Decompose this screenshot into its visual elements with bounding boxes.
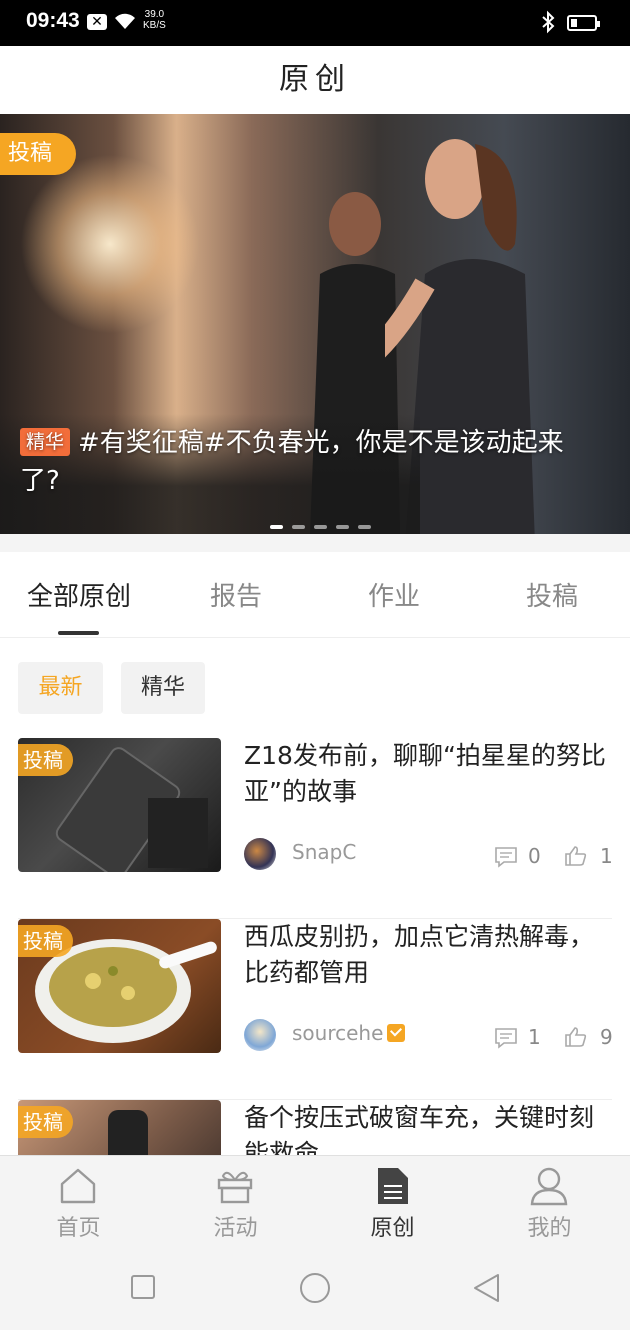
section-divider <box>0 534 630 552</box>
tab-all-original[interactable]: 全部原创 <box>27 576 131 613</box>
category-tabs: 全部原创 报告 作业 投稿 <box>0 552 630 638</box>
author-name-text: sourcehe <box>292 1021 384 1045</box>
like-icon[interactable] <box>564 844 588 868</box>
comment-count: 0 <box>528 844 541 868</box>
tab-assignment[interactable]: 作业 <box>368 576 420 613</box>
bottom-nav: 首页 活动 原创 我的 <box>0 1155 630 1246</box>
featured-badge: 精华 <box>20 428 71 456</box>
speed-value: 39.0 <box>144 9 165 20</box>
banner-carousel[interactable]: 投稿 精华 #有奖征稿#不负春光，你是不是该动起来了? <box>0 114 630 534</box>
tab-indicator <box>58 631 99 635</box>
article-tag: 投稿 <box>18 1106 73 1138</box>
user-icon <box>530 1167 568 1206</box>
nav-activity-label: 活动 <box>213 1216 258 1241</box>
banner-title: #有奖征稿#不负春光，你是不是该动起来了? <box>20 428 564 496</box>
nav-mine-label: 我的 <box>527 1216 572 1241</box>
carousel-dot[interactable] <box>358 525 371 529</box>
article-meta: sourcehe 1 9 <box>244 1019 614 1055</box>
carousel-indicator <box>270 514 380 533</box>
bluetooth-icon <box>542 10 555 34</box>
nav-original-label: 原创 <box>370 1216 415 1241</box>
banner-tag: 投稿 <box>0 133 76 175</box>
notification-icon: ✕ <box>87 14 107 30</box>
home-button[interactable] <box>300 1273 330 1303</box>
avatar[interactable] <box>244 1019 276 1051</box>
filter-featured[interactable]: 精华 <box>121 662 205 714</box>
article-tag: 投稿 <box>18 925 73 957</box>
like-icon[interactable] <box>564 1025 588 1049</box>
speed-unit: KB/S <box>143 20 166 31</box>
document-icon <box>378 1168 408 1204</box>
status-time: 09:43 <box>26 9 80 32</box>
article-title[interactable]: Z18发布前，聊聊“拍星星的努比亚”的故事 <box>244 738 614 810</box>
network-speed: 39.0 KB/S <box>143 9 166 31</box>
system-nav-bar <box>0 1246 630 1330</box>
article-meta: SnapC 0 1 <box>244 838 614 874</box>
battery-icon <box>567 15 600 31</box>
nav-activity[interactable]: 活动 <box>157 1156 314 1246</box>
list-item[interactable]: 投稿 西瓜皮别扔，加点它清热解毒，比药都管用 sourcehe 1 9 <box>18 919 614 1100</box>
recent-apps-button[interactable] <box>131 1275 155 1299</box>
banner-light <box>20 154 200 334</box>
article-thumbnail: 投稿 <box>18 738 221 872</box>
comment-icon[interactable] <box>494 846 518 868</box>
tab-submission[interactable]: 投稿 <box>526 576 578 613</box>
page-title: 原创 <box>279 62 351 97</box>
author-name[interactable]: SnapC <box>292 840 356 864</box>
filter-latest[interactable]: 最新 <box>18 662 103 714</box>
carousel-dot[interactable] <box>314 525 327 529</box>
wifi-icon <box>115 13 135 29</box>
avatar[interactable] <box>244 838 276 870</box>
page-header: 原创 <box>0 46 630 114</box>
article-tag: 投稿 <box>18 744 73 776</box>
like-count: 1 <box>600 844 613 868</box>
nav-mine[interactable]: 我的 <box>471 1156 628 1246</box>
comment-count: 1 <box>528 1025 541 1049</box>
gift-icon <box>217 1171 253 1204</box>
article-thumbnail: 投稿 <box>18 919 221 1053</box>
status-bar: 09:43 ✕ 39.0 KB/S <box>0 0 630 46</box>
banner-caption[interactable]: 精华 #有奖征稿#不负春光，你是不是该动起来了? <box>20 424 600 500</box>
article-title[interactable]: 西瓜皮别扔，加点它清热解毒，比药都管用 <box>244 919 614 991</box>
verified-badge-icon <box>387 1024 406 1042</box>
nav-home[interactable]: 首页 <box>0 1156 157 1246</box>
like-count: 9 <box>600 1025 613 1049</box>
nav-original[interactable]: 原创 <box>314 1156 471 1246</box>
comment-icon[interactable] <box>494 1027 518 1049</box>
back-button[interactable] <box>472 1272 502 1304</box>
list-item[interactable]: 投稿 Z18发布前，聊聊“拍星星的努比亚”的故事 SnapC 0 1 <box>18 738 614 919</box>
tab-report[interactable]: 报告 <box>210 576 262 613</box>
carousel-dot[interactable] <box>270 525 283 529</box>
nav-home-label: 首页 <box>56 1216 101 1241</box>
author-name[interactable]: sourcehe <box>292 1021 406 1045</box>
carousel-dot[interactable] <box>292 525 305 529</box>
carousel-dot[interactable] <box>336 525 349 529</box>
home-icon <box>60 1168 96 1204</box>
